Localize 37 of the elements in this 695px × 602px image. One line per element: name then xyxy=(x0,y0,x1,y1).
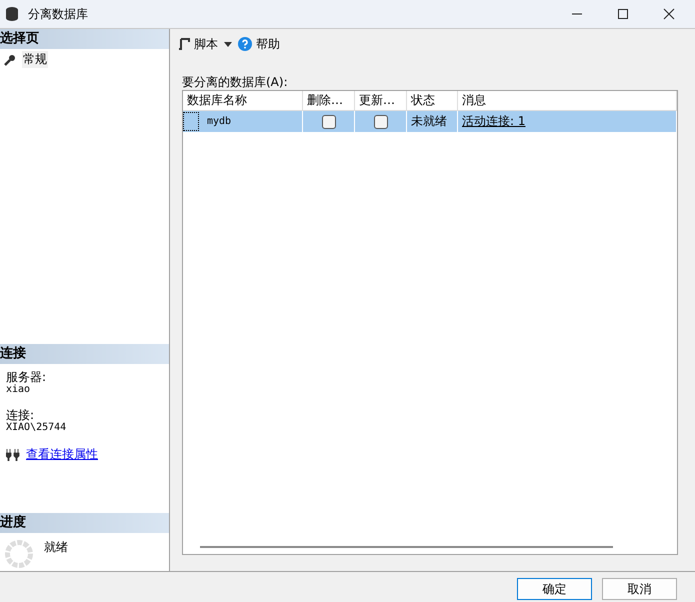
connection-label: 连接: xyxy=(6,408,36,422)
view-connection-properties-link[interactable]: 查看连接属性 xyxy=(26,446,98,463)
horizontal-scrollbar[interactable] xyxy=(200,546,613,548)
page-item[interactable]: 常规 xyxy=(22,51,48,68)
plug-icon xyxy=(6,448,20,460)
column-header[interactable]: 状态 xyxy=(407,91,458,110)
help-icon xyxy=(238,37,252,51)
connection-name: XIAO\25744 xyxy=(6,422,68,434)
server-name: xiao xyxy=(6,384,32,396)
dialog-button[interactable]: 确定 xyxy=(517,578,592,600)
close-icon[interactable] xyxy=(663,8,675,20)
column-header[interactable]: 数据库名称 xyxy=(183,91,303,110)
script-button[interactable]: 脚本 xyxy=(178,36,218,52)
dropdown-caret-icon[interactable] xyxy=(224,42,232,46)
checkbox[interactable] xyxy=(374,114,388,128)
section-header: 连接 xyxy=(0,344,169,364)
table-row[interactable]: mydb 未就绪 活动连接: 1 xyxy=(183,111,677,132)
table-cell: mydb xyxy=(207,116,232,128)
section-header: 选择页 xyxy=(0,29,169,49)
server-label: 服务器: xyxy=(6,370,48,384)
column-header[interactable]: 更新… xyxy=(355,91,407,110)
help-button[interactable]: 帮助 xyxy=(238,36,280,52)
wrench-icon xyxy=(4,54,16,66)
spinner-icon xyxy=(4,539,34,569)
checkbox[interactable] xyxy=(322,114,336,128)
database-icon xyxy=(6,7,18,21)
message-link[interactable]: 活动连接: 1 xyxy=(462,113,526,130)
table-cell: 未就绪 xyxy=(411,113,447,130)
window-title: 分离数据库 xyxy=(28,6,88,22)
grid-label: 要分离的数据库(A): xyxy=(182,74,289,90)
maximize-icon[interactable] xyxy=(617,8,629,20)
section-header: 进度 xyxy=(0,513,169,533)
column-header[interactable]: 删除… xyxy=(303,91,355,110)
dialog-button[interactable]: 取消 xyxy=(602,578,677,600)
progress-status: 就绪 xyxy=(44,539,68,556)
script-icon xyxy=(178,38,190,50)
column-header[interactable]: 消息 xyxy=(458,91,677,110)
